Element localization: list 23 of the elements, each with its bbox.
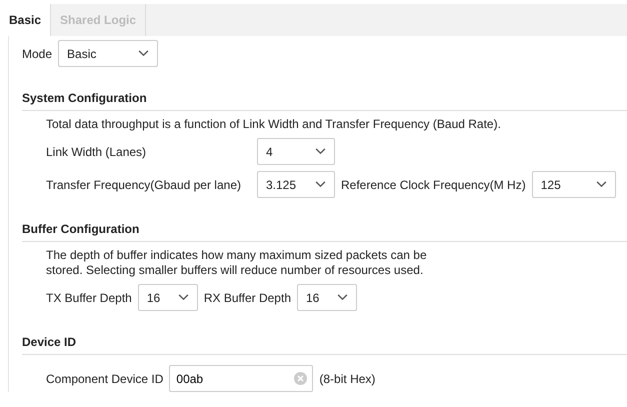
clear-icon[interactable] [294, 372, 308, 385]
dropdown[interactable]: 16 [138, 284, 198, 311]
unit-label: (8-bit Hex) [319, 370, 376, 388]
description-text: The depth of buffer indicates how many maximum sized packets can be [46, 248, 428, 263]
field-label: RX Buffer Depth [204, 290, 291, 306]
dropdown[interactable]: 125 [532, 171, 616, 198]
tab[interactable]: Basic [0, 4, 52, 36]
dropdown[interactable]: 16 [297, 284, 357, 311]
field-label: Reference Clock Frequency(M Hz) [341, 176, 526, 194]
description-text: Total data throughput is a function of Link Width and Transfer Frequency (Baud Rate). [46, 117, 502, 132]
section-heading: Device ID [22, 333, 627, 355]
dropdown[interactable]: Basic [58, 40, 158, 67]
description-text: stored. Selecting smaller buffers will reduce number of resources used. [46, 263, 424, 278]
field-label: Transfer Frequency(Gbaud per lane) [46, 176, 242, 194]
field-label: TX Buffer Depth [46, 290, 132, 306]
field-label: Mode [22, 46, 52, 62]
section-heading: Buffer Configuration [22, 220, 627, 242]
section-heading: System Configuration [22, 89, 627, 111]
input-field[interactable]: 00ab [169, 365, 314, 392]
dropdown[interactable]: 3.125 [257, 171, 335, 198]
dropdown[interactable]: 4 [257, 138, 335, 165]
field-label: Component Device ID [46, 370, 164, 388]
field-label: Link Width (Lanes) [46, 144, 148, 160]
